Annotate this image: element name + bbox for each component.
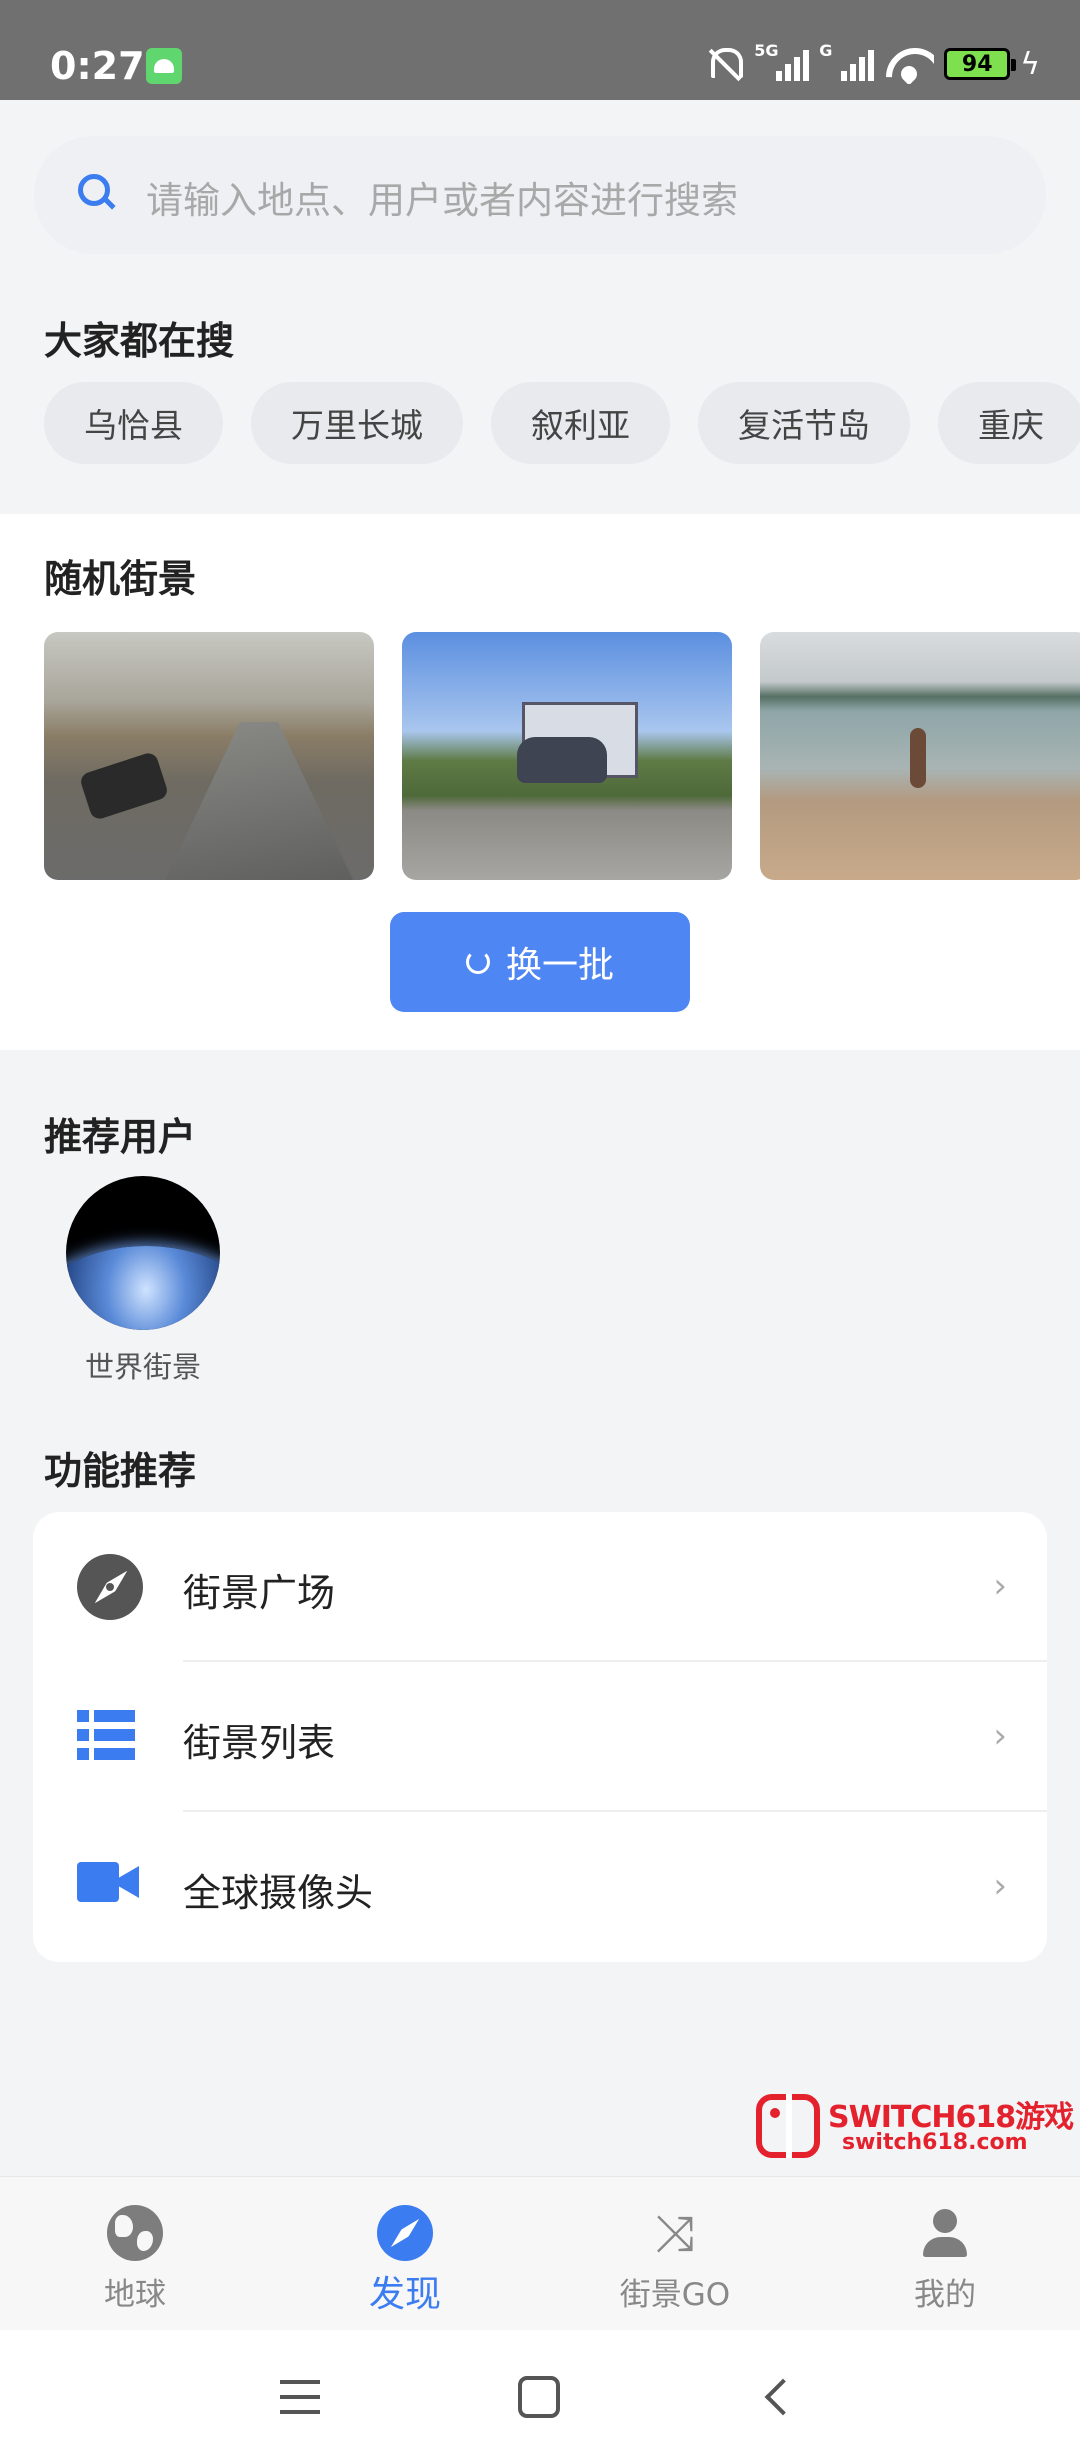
random-street-view-title: 随机街景: [44, 557, 197, 601]
refresh-button-label: 换一批: [505, 945, 614, 986]
tab-earth[interactable]: 地球: [0, 2177, 270, 2331]
person-icon: [917, 2205, 973, 2261]
refresh-icon: [465, 950, 490, 974]
feature-label: 全球摄像头: [183, 1871, 374, 1915]
feature-label: 街景列表: [183, 1721, 336, 1765]
tab-discover[interactable]: 发现: [270, 2177, 540, 2331]
tab-street-view-go[interactable]: ⤨ 街景GO: [540, 2177, 810, 2331]
status-icons: 5G G 94 ϟ: [704, 41, 1040, 86]
tab-label: 发现: [368, 2274, 441, 2315]
battery-icon: 94: [944, 48, 1017, 80]
street-view-thumbnail[interactable]: [760, 632, 1080, 880]
user-name[interactable]: 世界街景: [66, 1344, 220, 1386]
hot-search-tag[interactable]: 乌恰县: [44, 382, 223, 464]
mute-bell-icon: [704, 44, 744, 84]
wifi-icon: [884, 44, 934, 84]
android-app-icon: [146, 48, 182, 84]
hot-search-tag[interactable]: 万里长城: [251, 382, 463, 464]
status-bar: 0:27 5G G 94 ϟ: [0, 0, 1080, 100]
compass-icon: [377, 2205, 433, 2261]
feature-street-view-list[interactable]: 街景列表 ›: [33, 1662, 1047, 1812]
recommended-users-title: 推荐用户: [44, 1115, 197, 1159]
charging-icon: ϟ: [1020, 46, 1040, 82]
features-card: 街景广场 › 街景列表 › 全球摄像头 ›: [33, 1512, 1047, 1962]
shuffle-icon: ⤨: [655, 2204, 695, 2262]
hot-searches-title: 大家都在搜: [44, 319, 235, 363]
feature-street-view-plaza[interactable]: 街景广场 ›: [33, 1512, 1047, 1662]
random-street-view-section: 随机街景 换一批: [0, 514, 1080, 1050]
feature-label: 街景广场: [183, 1571, 336, 1615]
switch-logo-icon: [756, 2094, 820, 2158]
chevron-right-icon: ›: [993, 1866, 1007, 1906]
search-placeholder: 请输入地点、用户或者内容进行搜索: [146, 179, 738, 222]
user-avatar[interactable]: [66, 1176, 220, 1330]
tab-me[interactable]: 我的: [810, 2177, 1080, 2331]
system-nav-bar: [0, 2330, 1080, 2460]
refresh-button[interactable]: 换一批: [390, 912, 690, 1012]
watermark: SWITCH618游戏 switch618.com: [756, 2092, 1074, 2162]
street-view-thumbnails: [44, 632, 1080, 880]
features-title: 功能推荐: [44, 1449, 197, 1493]
signal-5g-icon: 5G: [754, 41, 810, 81]
network-type-label: G: [819, 41, 833, 60]
compass-icon: [77, 1554, 143, 1620]
hot-search-tag[interactable]: 重庆: [938, 382, 1080, 464]
list-icon: [77, 1710, 135, 1760]
signal-g-icon: G: [819, 41, 875, 81]
globe-icon: [107, 2205, 163, 2261]
tab-label: 我的: [914, 2277, 976, 2313]
home-icon[interactable]: [518, 2376, 560, 2418]
back-icon[interactable]: [764, 2378, 802, 2416]
search-icon: [78, 174, 118, 214]
chevron-right-icon: ›: [993, 1716, 1007, 1756]
street-view-thumbnail[interactable]: [44, 632, 374, 880]
network-type-label: 5G: [754, 41, 779, 60]
tab-label: 街景GO: [619, 2277, 731, 2313]
feature-global-cameras[interactable]: 全球摄像头 ›: [33, 1812, 1047, 1962]
tab-label: 地球: [104, 2277, 166, 2313]
hot-search-tags: 乌恰县 万里长城 叙利亚 复活节岛 重庆: [44, 382, 1080, 464]
menu-icon[interactable]: [280, 2380, 320, 2414]
hot-search-tag[interactable]: 复活节岛: [698, 382, 910, 464]
search-input[interactable]: 请输入地点、用户或者内容进行搜索: [34, 136, 1046, 254]
bottom-tab-bar: 地球 发现 ⤨ 街景GO 我的: [0, 2176, 1080, 2330]
video-camera-icon: [77, 1862, 139, 1902]
chevron-right-icon: ›: [993, 1566, 1007, 1606]
street-view-thumbnail[interactable]: [402, 632, 732, 880]
hot-search-tag[interactable]: 叙利亚: [491, 382, 670, 464]
watermark-url: switch618.com: [842, 2130, 1028, 2155]
status-time: 0:27: [50, 44, 145, 88]
